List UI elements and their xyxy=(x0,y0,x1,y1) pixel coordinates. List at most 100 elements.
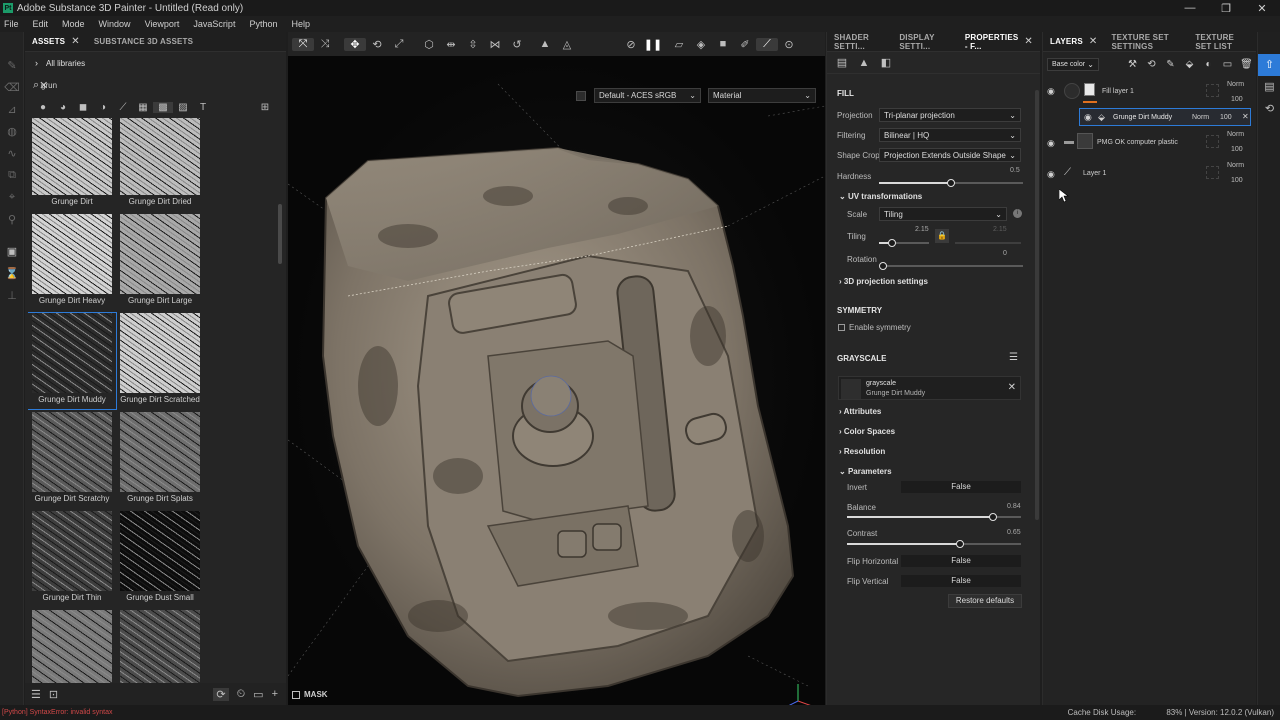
effects-icon[interactable]: ⚒ xyxy=(1123,59,1142,70)
layer-row-layer-1[interactable]: ◉ ⟋ Layer 1 Norm 100 xyxy=(1043,161,1257,191)
symmetry-checkbox[interactable] xyxy=(838,324,845,331)
add-paint-layer-icon[interactable]: ✎ xyxy=(1161,59,1180,70)
color-spaces-toggle[interactable]: › Color Spaces xyxy=(839,427,895,436)
shape-crop-dropdown[interactable]: Projection Extends Outside Shape ⌄ xyxy=(879,148,1021,162)
filtering-dropdown[interactable]: Bilinear | HQ ⌄ xyxy=(879,128,1021,142)
asset-tile[interactable]: Grunge Dust Streak xyxy=(116,610,204,685)
parameters-toggle[interactable]: ⌄ Parameters xyxy=(839,467,892,476)
flip-horizontal-toggle[interactable]: False xyxy=(901,555,1021,567)
eraser-icon[interactable]: ⌫ xyxy=(0,76,24,98)
hardness-slider[interactable] xyxy=(879,182,951,184)
asset-tile[interactable]: Grunge Dirt Thin xyxy=(28,511,116,607)
grid-icon[interactable]: ▦ xyxy=(133,102,153,113)
scale-icon[interactable]: ⤢ xyxy=(388,38,410,51)
asset-tile[interactable]: Grunge Dirt Scratched xyxy=(116,313,204,409)
library-selector[interactable]: › All libraries xyxy=(25,52,286,74)
hardness-slider-handle[interactable] xyxy=(947,179,955,187)
blend-mode[interactable]: Norm xyxy=(1227,162,1244,169)
remove-resource-icon[interactable]: ✕ xyxy=(1008,382,1016,393)
smudge-icon[interactable]: ∿ xyxy=(0,142,24,164)
opacity-value[interactable]: 100 xyxy=(1231,96,1243,103)
snap-icon[interactable]: ⋈ xyxy=(484,38,506,51)
delete-icon[interactable]: 🗑 xyxy=(1237,59,1256,70)
opacity-value[interactable]: 100 xyxy=(1231,146,1243,153)
square-icon[interactable]: ◼ xyxy=(73,102,93,113)
viewport-canvas[interactable]: Default - ACES sRGB ⌄ Material ⌄ MASK xyxy=(288,56,825,705)
image-icon[interactable]: ▨ xyxy=(173,102,193,113)
flip-vertical-toggle[interactable]: False xyxy=(901,575,1021,587)
screenshot-icon[interactable]: ⊙ xyxy=(778,38,800,51)
tiling-slider-2[interactable] xyxy=(955,242,1021,244)
asset-scrollbar[interactable] xyxy=(278,204,282,264)
eye-icon[interactable]: ◉ xyxy=(1047,86,1055,97)
tab-substance-3d-assets[interactable]: SUBSTANCE 3D ASSETS xyxy=(87,32,200,52)
uv-section-toggle[interactable]: ⌄ UV transformations xyxy=(839,192,922,201)
refresh-icon[interactable]: ⟳ xyxy=(213,687,229,701)
tab-shader-settings[interactable]: SHADER SETTI... xyxy=(827,32,892,52)
folder-icon[interactable]: ▭ xyxy=(253,688,263,701)
brush-mode-icon[interactable]: ⟋ xyxy=(756,37,778,51)
history-icon[interactable]: ⌛ xyxy=(0,262,24,284)
list-icon[interactable]: ☰ xyxy=(1009,352,1018,363)
blend-mode[interactable]: Norm xyxy=(1227,131,1244,138)
resolution-toggle[interactable]: › Resolution xyxy=(839,447,885,456)
add-icon[interactable]: + xyxy=(272,688,278,701)
python-error-message[interactable]: [Python] SyntaxError: invalid syntax xyxy=(2,709,113,716)
menu-help[interactable]: Help xyxy=(291,19,310,29)
projection-icon[interactable]: ⊿ xyxy=(0,98,24,120)
clone-icon[interactable]: ⧉ xyxy=(0,164,24,186)
sphere-icon[interactable]: ● xyxy=(33,102,53,113)
select-icon[interactable]: ▱ xyxy=(668,38,690,51)
asset-tile[interactable]: Grunge Dirt xyxy=(28,118,116,211)
restore-defaults-button[interactable]: Restore defaults xyxy=(948,594,1022,608)
eye-icon[interactable]: ◉ xyxy=(1047,138,1055,149)
camera-icon[interactable]: ▣ xyxy=(0,240,24,262)
close-tab-icon[interactable]: ✕ xyxy=(1089,36,1098,47)
export-icon[interactable]: ⇧ xyxy=(1258,54,1280,76)
info-icon[interactable]: i xyxy=(1013,209,1022,218)
tab-texture-set-list[interactable]: TEXTURE SET LIST xyxy=(1188,32,1256,52)
menu-python[interactable]: Python xyxy=(249,19,277,29)
lock-icon[interactable]: 🔒 xyxy=(935,229,949,243)
asset-tile[interactable]: Grunge Dirt Heavy xyxy=(28,214,116,310)
tab-assets[interactable]: ASSETS ✕ xyxy=(25,32,87,52)
mountain-icon[interactable]: ▲ xyxy=(853,57,875,69)
text-icon[interactable]: T xyxy=(193,102,213,113)
history-icon[interactable]: ⏲ xyxy=(237,688,246,701)
menu-javascript[interactable]: JavaScript xyxy=(193,19,235,29)
pause-icon[interactable]: ❚❚ xyxy=(642,38,664,51)
menu-mode[interactable]: Mode xyxy=(62,19,85,29)
menu-file[interactable]: File xyxy=(4,19,19,29)
contrast-icon[interactable]: ◧ xyxy=(875,56,897,69)
asset-tile[interactable]: Grunge Dirt Splats xyxy=(116,412,204,508)
projection-dropdown[interactable]: Tri-planar projection ⌄ xyxy=(879,108,1021,122)
invert-toggle[interactable]: False xyxy=(901,481,1021,493)
history-icon[interactable]: ⟲ xyxy=(1258,98,1280,120)
remove-effect-icon[interactable]: ✕ xyxy=(1242,112,1249,121)
mask-checkbox[interactable] xyxy=(292,690,300,699)
balance-slider-handle[interactable] xyxy=(989,513,998,521)
grayscale-resource-card[interactable]: grayscale Grunge Dirt Muddy ✕ xyxy=(838,376,1021,400)
opacity-value[interactable]: 100 xyxy=(1220,114,1232,121)
picker-icon[interactable]: ⌖ xyxy=(0,186,24,208)
eye-icon[interactable]: ◉ xyxy=(1047,169,1055,180)
layer-props-icon[interactable]: ▤ xyxy=(831,56,853,69)
mask-toggle[interactable]: MASK xyxy=(292,690,328,699)
search-input[interactable]: grun xyxy=(41,81,57,90)
add-mask-icon[interactable]: ◐ xyxy=(1199,59,1218,70)
balance-slider[interactable] xyxy=(847,516,994,518)
color-profile-dropdown[interactable]: Default - ACES sRGB ⌄ xyxy=(594,88,701,103)
mirror-icon[interactable]: ⇹ xyxy=(440,38,462,51)
close-tab-icon[interactable]: ✕ xyxy=(71,36,80,47)
asset-tile[interactable]: Grunge Dirt Dried xyxy=(116,118,204,211)
tab-properties[interactable]: PROPERTIES - F... ✕ xyxy=(958,32,1040,52)
minimize-button[interactable]: — xyxy=(1172,0,1208,16)
asset-search[interactable]: ⌕ grun ✕ xyxy=(25,76,286,94)
rotation-slider-handle[interactable] xyxy=(879,262,887,270)
camera-view-icon[interactable]: ■ xyxy=(712,38,734,50)
polygon-icon[interactable]: ◬ xyxy=(556,38,578,51)
geometry-mask-icon[interactable]: ◍ xyxy=(0,120,24,142)
hide-icon[interactable]: ⊘ xyxy=(620,38,642,51)
add-fill-layer-icon[interactable]: ⬙ xyxy=(1180,59,1199,70)
sphere-dark-icon[interactable]: ◕ xyxy=(53,102,73,113)
